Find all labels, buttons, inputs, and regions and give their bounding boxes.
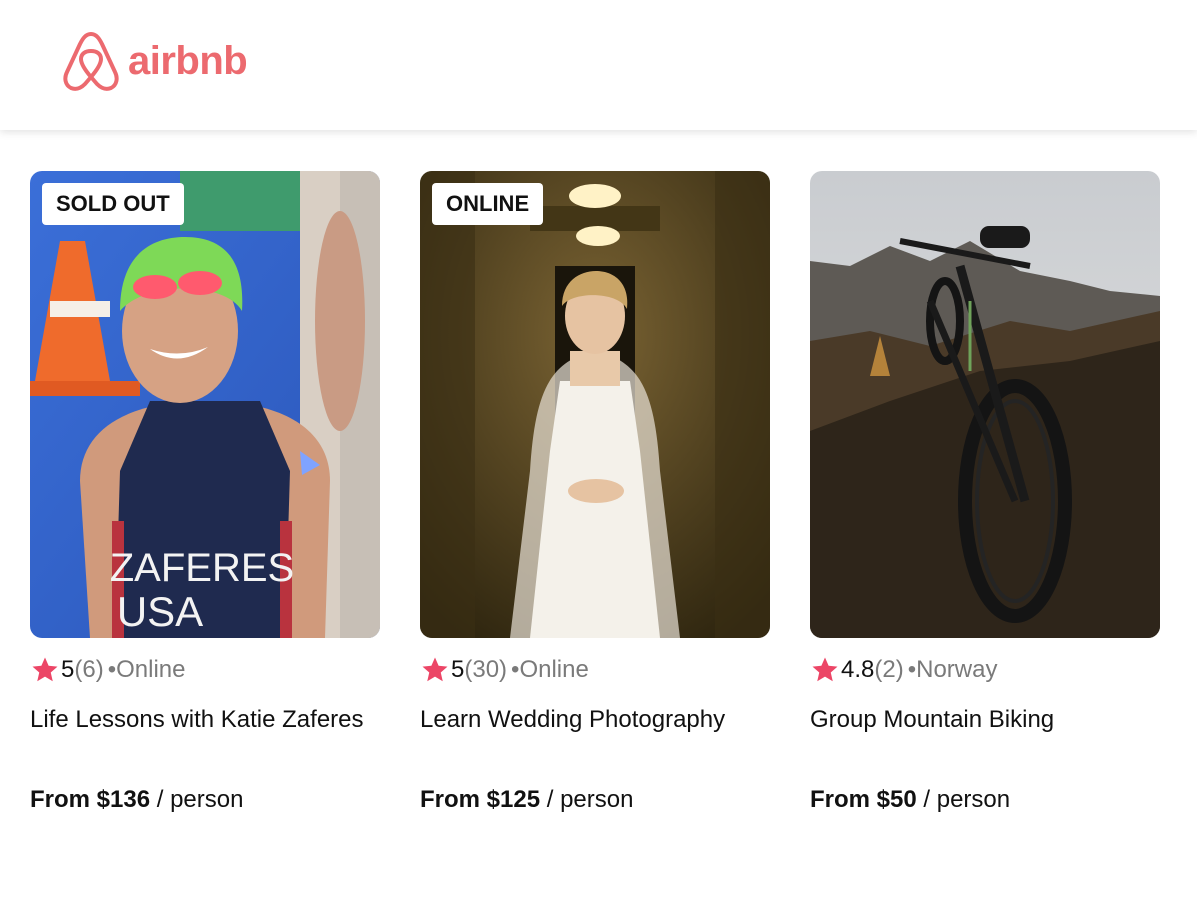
triathlete-photo: ZAFERES USA [30, 171, 380, 638]
airbnb-logo[interactable]: airbnb [62, 30, 248, 92]
review-count: (6) [74, 656, 104, 683]
location-label: •Online [511, 656, 589, 683]
price-unit: / person [546, 786, 634, 813]
rating-value: 5 [61, 656, 75, 683]
experience-photo[interactable] [810, 171, 1160, 638]
online-badge: ONLINE [432, 183, 544, 225]
shirt-text-country: USA [117, 588, 203, 635]
airbnb-belo-icon [63, 32, 119, 91]
star-icon [812, 657, 838, 682]
experience-title[interactable]: Group Mountain Biking [810, 706, 1160, 762]
header: airbnb [0, 0, 1197, 130]
experience-card[interactable]: ZAFERES USA SOLD OUT 5 (6) •Online Life … [30, 171, 380, 816]
star-icon [422, 657, 448, 682]
price-value: From $136 [30, 786, 151, 813]
price-row: From $125 / person [420, 784, 770, 816]
review-count: (2) [874, 656, 904, 683]
star-icon [32, 657, 58, 682]
sold-out-badge: SOLD OUT [42, 183, 184, 225]
price-row: From $50 / person [810, 784, 1160, 816]
bride-photo [420, 171, 770, 638]
review-count: (30) [464, 656, 508, 683]
brand-name: airbnb [128, 39, 248, 83]
experience-card[interactable]: 4.8 (2) •Norway Group Mountain Biking Fr… [810, 171, 1160, 816]
experience-title[interactable]: Learn Wedding Photography [420, 706, 770, 762]
location-label: •Norway [907, 656, 998, 683]
mountain-bike-photo [810, 171, 1160, 638]
price-row: From $136 / person [30, 784, 380, 816]
rating-row: 4.8 (2) •Norway [810, 654, 1160, 686]
experience-grid: ZAFERES USA SOLD OUT 5 (6) •Online Life … [0, 0, 1197, 916]
rating-row: 5 (6) •Online [30, 654, 380, 686]
rating-value: 4.8 [841, 656, 875, 683]
experience-card[interactable]: ONLINE 5 (30) •Online Learn Wedding Phot… [420, 171, 770, 816]
price-unit: / person [156, 786, 244, 813]
experience-photo[interactable]: ONLINE [420, 171, 770, 638]
price-value: From $50 [810, 786, 917, 813]
shirt-text-name: ZAFERES [110, 546, 294, 590]
location-label: •Online [107, 656, 186, 683]
price-value: From $125 [420, 786, 541, 813]
rating-row: 5 (30) •Online [420, 654, 770, 686]
experience-photo[interactable]: ZAFERES USA SOLD OUT [30, 171, 380, 638]
experience-title[interactable]: Life Lessons with Katie Zaferes [30, 706, 380, 762]
rating-value: 5 [451, 656, 465, 683]
price-unit: / person [923, 786, 1011, 813]
